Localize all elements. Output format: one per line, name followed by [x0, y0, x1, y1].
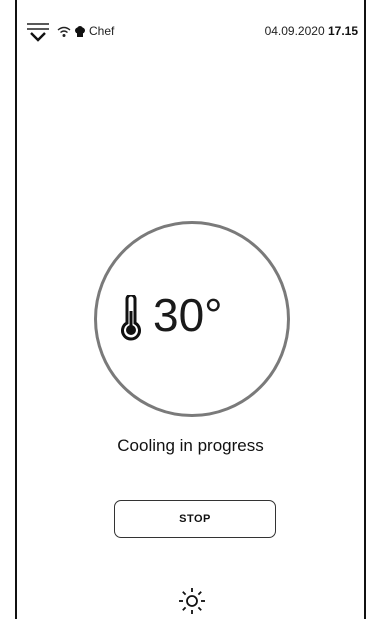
- temperature-value: 30°: [153, 289, 223, 341]
- date-time-display: 04.09.2020 17.15: [265, 24, 358, 38]
- profile-label: Chef: [89, 24, 115, 38]
- menu-chevron-icon[interactable]: [26, 22, 50, 44]
- cooling-status-text: Cooling in progress: [117, 436, 264, 455]
- wifi-icon: [57, 25, 71, 37]
- stop-button[interactable]: STOP: [114, 500, 276, 538]
- time-text: 17.15: [327, 24, 358, 38]
- screen-left-edge: [15, 0, 17, 619]
- chef-hat-icon: [74, 25, 86, 37]
- thermometer-icon: [120, 293, 142, 341]
- temperature-dial[interactable]: 30°: [94, 221, 290, 417]
- status-bar: Chef 04.09.2020 17.15: [17, 0, 364, 50]
- sun-icon[interactable]: [177, 586, 207, 616]
- date-text: 04.09.2020: [264, 24, 325, 38]
